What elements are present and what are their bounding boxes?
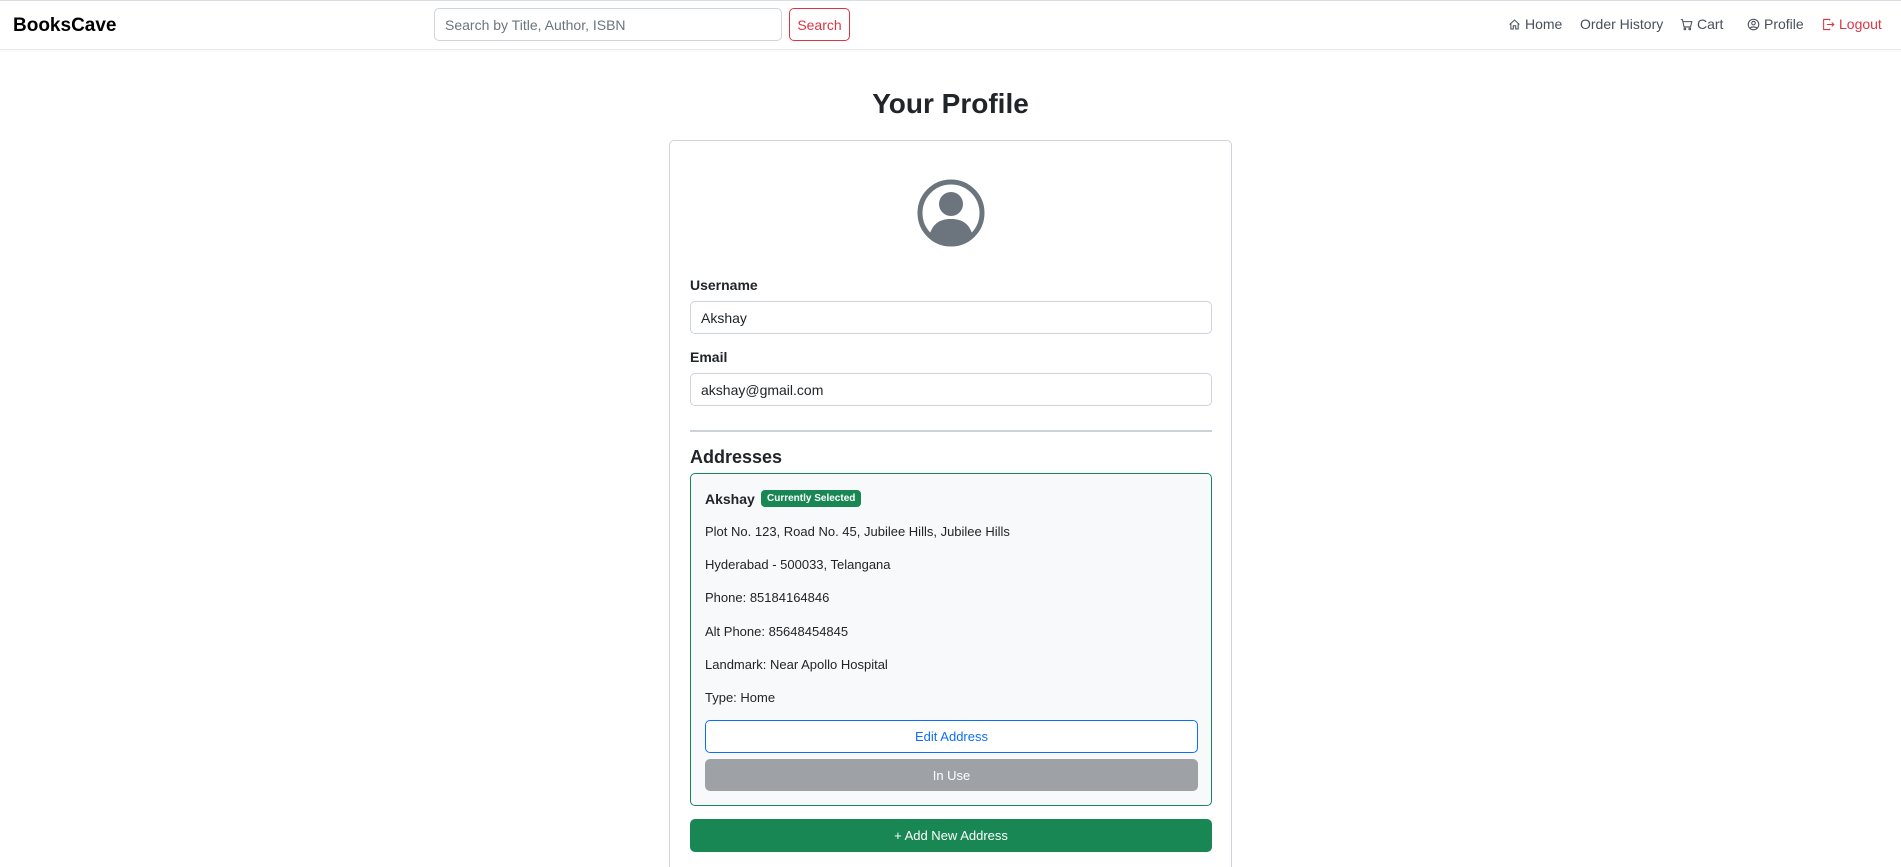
brand-logo[interactable]: BooksCave — [13, 15, 117, 37]
nav-logout-link[interactable]: Logout — [1822, 16, 1882, 32]
add-new-address-button[interactable]: + Add New Address — [690, 819, 1212, 852]
address-landmark: Landmark: Near Apollo Hospital — [705, 657, 888, 672]
cart-icon — [1680, 18, 1693, 30]
search-input[interactable] — [434, 8, 782, 41]
address-alt-phone: Alt Phone: 85648454845 — [705, 624, 849, 639]
nav-cart-label: Cart — [1697, 16, 1724, 32]
address-name: Akshay — [705, 491, 755, 507]
username-label: Username — [690, 277, 758, 293]
page-title: Your Profile — [872, 88, 1029, 119]
logout-icon — [1823, 18, 1835, 30]
address-type: Type: Home — [705, 690, 776, 705]
nav-profile-link[interactable]: Profile — [1747, 16, 1804, 32]
status-badge: Currently Selected — [761, 490, 862, 507]
divider — [690, 430, 1212, 432]
address-phone: Phone: 85184164846 — [705, 590, 830, 605]
search-button[interactable]: Search — [789, 8, 850, 41]
nav-home-link[interactable]: Home — [1508, 16, 1562, 32]
address-line-2: Hyderabad - 500033, Telangana — [705, 557, 891, 572]
nav-logout-label: Logout — [1839, 16, 1882, 32]
person-circle-icon — [1747, 18, 1760, 30]
house-icon — [1509, 18, 1520, 29]
username-field[interactable] — [690, 301, 1212, 334]
profile-card: Username Email Addresses Akshay Currentl… — [669, 140, 1232, 867]
edit-address-button[interactable]: Edit Address — [705, 720, 1198, 753]
email-field[interactable] — [690, 373, 1212, 406]
address-line-1: Plot No. 123, Road No. 45, Jubilee Hills… — [705, 524, 1010, 539]
nav-cart-link[interactable]: Cart — [1680, 16, 1723, 32]
address-card: Akshay Currently Selected Plot No. 123, … — [690, 473, 1212, 806]
nav-order-history-label: Order History — [1580, 16, 1664, 32]
nav-home-label: Home — [1525, 16, 1563, 32]
navbar: BooksCave Search Home Order History Cart… — [0, 0, 1901, 50]
avatar-icon — [917, 179, 985, 247]
email-label: Email — [690, 349, 728, 365]
nav-order-history-link[interactable]: Order History — [1580, 16, 1663, 32]
addresses-heading: Addresses — [690, 447, 783, 467]
nav-profile-label: Profile — [1764, 16, 1804, 32]
in-use-button[interactable]: In Use — [705, 759, 1198, 791]
